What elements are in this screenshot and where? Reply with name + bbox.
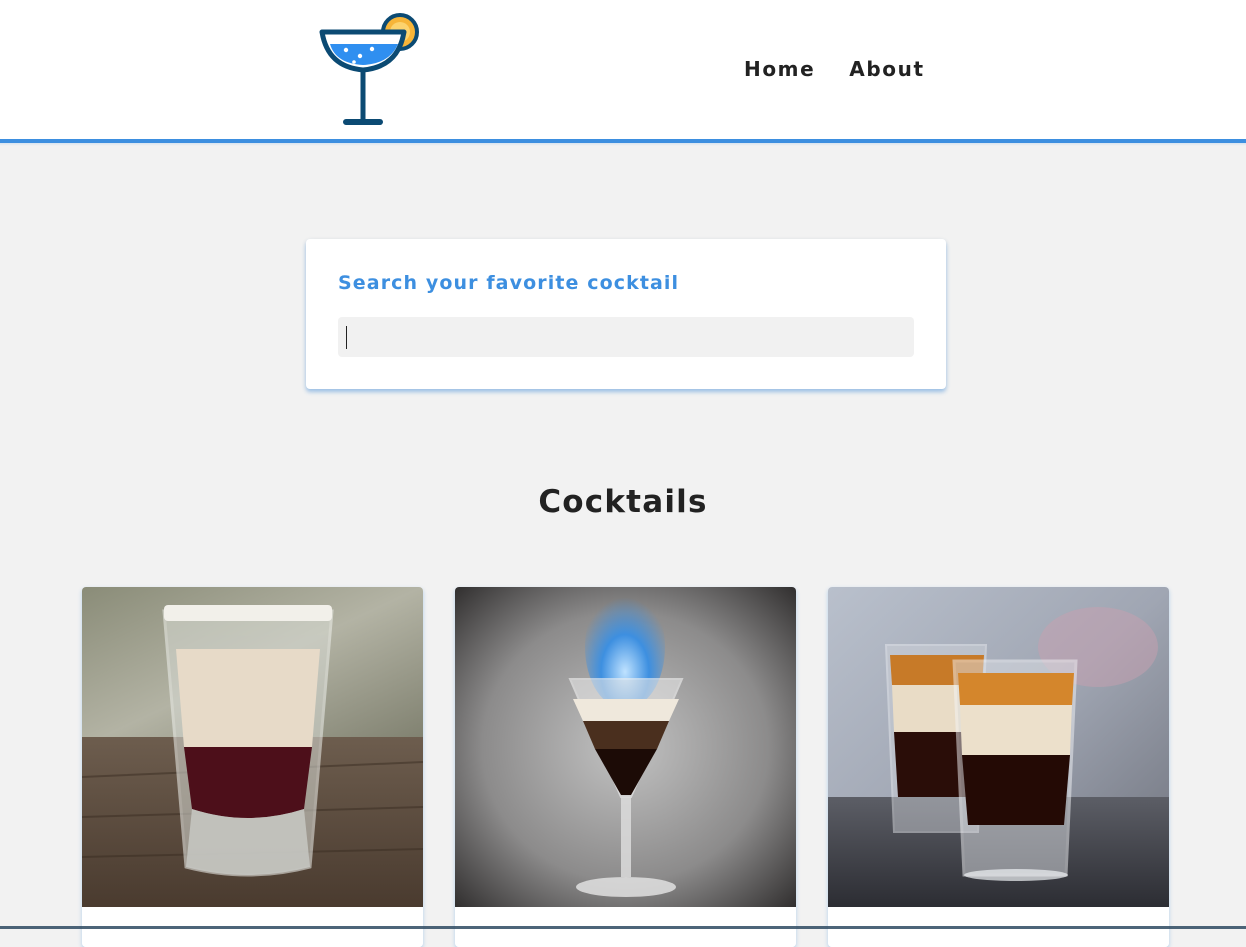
- text-caret: [346, 326, 347, 349]
- navbar: Home About: [0, 0, 1246, 139]
- layered-shot-cream-over-red-photo[interactable]: [82, 587, 423, 907]
- nav-link-about[interactable]: About: [849, 57, 924, 81]
- navbar-shadow: [0, 143, 1246, 146]
- cocktail-card[interactable]: [82, 587, 423, 947]
- cocktail-card[interactable]: [455, 587, 796, 947]
- search-input[interactable]: [338, 317, 914, 357]
- b52-layered-shots-photo[interactable]: [828, 587, 1169, 907]
- flaming-layered-cocktail-photo[interactable]: [455, 587, 796, 907]
- section-title: Cocktails: [538, 484, 708, 520]
- cocktail-glass-icon[interactable]: [316, 10, 424, 130]
- cocktail-card[interactable]: [828, 587, 1169, 947]
- search-label: Search your favorite cocktail: [338, 272, 680, 294]
- search-form: Search your favorite cocktail: [306, 239, 946, 389]
- nav-links: Home About: [744, 57, 925, 81]
- nav-link-home[interactable]: Home: [744, 57, 815, 81]
